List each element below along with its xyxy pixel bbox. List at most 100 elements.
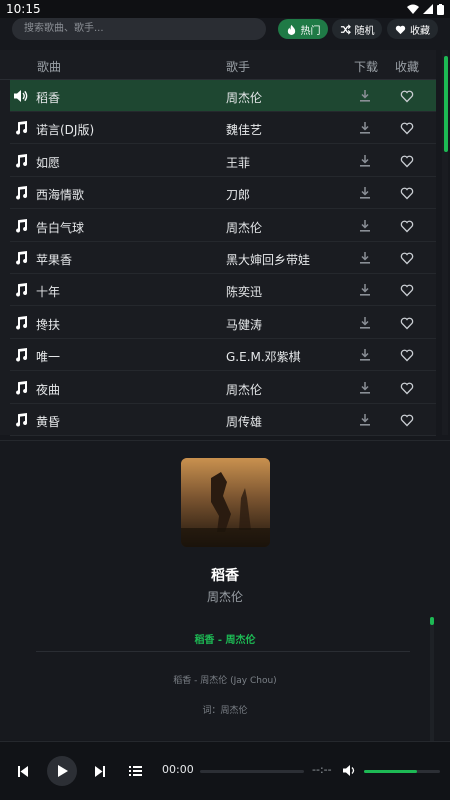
- music-note-icon: [16, 218, 28, 233]
- now-playing-artist: 周杰伦: [206, 590, 243, 604]
- song-title: 黄昏: [36, 415, 61, 429]
- song-artist: 刀郎: [226, 188, 251, 203]
- favorites-filter-label: 收藏: [410, 25, 430, 37]
- hot-filter-button[interactable]: 热门: [278, 19, 328, 39]
- playback-controls: 00:00 --:--: [0, 741, 450, 800]
- song-artist: 马健涛: [226, 317, 263, 332]
- fire-icon: [287, 24, 295, 35]
- music-note-icon: [16, 315, 28, 330]
- download-icon[interactable]: [358, 121, 372, 135]
- volume-icon[interactable]: [343, 765, 356, 776]
- favorite-heart-icon[interactable]: [400, 121, 414, 135]
- favorite-heart-icon[interactable]: [400, 186, 414, 200]
- download-icon[interactable]: [358, 413, 372, 427]
- now-playing-title: 稻香: [211, 568, 239, 584]
- song-row[interactable]: 黄昏 周传雄: [10, 404, 436, 436]
- battery-icon: [437, 3, 444, 15]
- status-icons: [407, 3, 444, 15]
- song-artist: 周杰伦: [226, 382, 263, 397]
- music-note-icon: [16, 153, 28, 168]
- song-row[interactable]: 稻香 周杰伦: [10, 80, 436, 112]
- song-artist: 黑大婶回乡带娃: [226, 253, 311, 267]
- song-row[interactable]: 唯一 G.E.M.邓紫棋: [10, 339, 436, 372]
- song-row[interactable]: 搀扶 马健涛: [10, 307, 436, 339]
- song-title: 夜曲: [36, 382, 61, 397]
- favorite-heart-icon[interactable]: [400, 154, 414, 168]
- lyric-line: 词：周杰伦: [202, 706, 248, 716]
- list-scrollbar-thumb[interactable]: [444, 56, 448, 152]
- song-row[interactable]: 诺言(DJ版) 魏佳艺: [10, 112, 436, 145]
- download-icon[interactable]: [358, 154, 372, 168]
- music-note-icon: [16, 283, 28, 297]
- header-artist: 歌手: [226, 60, 251, 74]
- lyric-scrollbar-thumb[interactable]: [430, 617, 434, 625]
- favorite-heart-icon[interactable]: [400, 251, 414, 265]
- volume-slider-fill[interactable]: [364, 770, 418, 773]
- song-title: 搀扶: [36, 317, 61, 332]
- song-title: 稻香: [36, 91, 61, 105]
- music-note-icon: [16, 186, 28, 200]
- shuffle-filter-label: 随机: [354, 25, 375, 37]
- music-note-icon: [16, 251, 28, 265]
- playlist-icon[interactable]: [129, 765, 142, 777]
- song-title: 告白气球: [36, 220, 85, 235]
- favorite-heart-icon[interactable]: [400, 348, 414, 362]
- header-download: 下载: [354, 60, 379, 74]
- download-icon[interactable]: [358, 89, 372, 103]
- download-icon[interactable]: [358, 219, 372, 233]
- song-artist: 魏佳艺: [226, 123, 263, 138]
- album-cover-art: [181, 458, 270, 547]
- lyric-current-line: 稻香 - 周杰伦: [194, 635, 256, 646]
- total-time: --:--: [312, 763, 332, 776]
- lyric-divider: [36, 651, 410, 652]
- music-note-icon: [16, 121, 28, 135]
- status-time: 10:15: [6, 2, 41, 16]
- download-icon[interactable]: [358, 381, 372, 395]
- song-row[interactable]: 如愿 王菲: [10, 145, 436, 177]
- download-icon[interactable]: [358, 348, 372, 362]
- song-artist: 王菲: [226, 155, 251, 170]
- download-icon[interactable]: [358, 316, 372, 330]
- lyric-scrollbar-track[interactable]: [430, 617, 434, 747]
- lyric-line: 稻香 - 周杰伦 (Jay Chou): [173, 676, 277, 686]
- favorite-heart-icon[interactable]: [400, 316, 414, 330]
- favorite-heart-icon[interactable]: [400, 413, 414, 427]
- song-artist: 周杰伦: [226, 220, 263, 235]
- header-favorite: 收藏: [395, 60, 420, 74]
- favorite-heart-icon[interactable]: [400, 219, 414, 233]
- song-row[interactable]: 西海情歌 刀郎: [10, 177, 436, 210]
- previous-icon[interactable]: [18, 766, 28, 777]
- music-note-icon: [16, 380, 28, 395]
- song-artist: 周杰伦: [226, 91, 263, 105]
- current-time: 00:00: [162, 763, 194, 776]
- favorites-filter-button[interactable]: 收藏: [387, 19, 438, 39]
- download-icon[interactable]: [358, 283, 372, 297]
- heart-icon: [395, 25, 406, 34]
- header-song: 歌曲: [37, 60, 62, 74]
- shuffle-filter-button[interactable]: 随机: [332, 19, 382, 39]
- search-input[interactable]: 搜索歌曲、歌手...: [12, 18, 266, 40]
- music-note-icon: [16, 413, 28, 427]
- song-row[interactable]: 苹果香 黑大婶回乡带娃: [10, 242, 436, 274]
- song-title: 苹果香: [36, 253, 73, 267]
- favorite-heart-icon[interactable]: [400, 89, 414, 103]
- song-row[interactable]: 夜曲 周杰伦: [10, 372, 436, 404]
- play-button[interactable]: [47, 756, 77, 786]
- favorite-heart-icon[interactable]: [400, 381, 414, 395]
- album-cover: [181, 458, 270, 547]
- download-icon[interactable]: [358, 251, 372, 265]
- song-list-header: 歌曲 歌手 下载 收藏: [0, 50, 436, 80]
- song-row[interactable]: 告白气球 周杰伦: [10, 210, 436, 242]
- song-title: 诺言(DJ版): [36, 123, 95, 138]
- next-icon[interactable]: [95, 766, 105, 777]
- progress-bar[interactable]: [200, 770, 304, 773]
- now-playing-panel: 稻香 周杰伦 稻香 - 周杰伦 稻香 - 周杰伦 (Jay Chou) 词：周杰…: [0, 440, 450, 747]
- song-artist: G.E.M.邓紫棋: [226, 350, 301, 365]
- top-bar: 搜索歌曲、歌手... 热门 随机 收藏: [0, 18, 450, 46]
- song-row[interactable]: 十年 陈奕迅: [10, 274, 436, 307]
- download-icon[interactable]: [358, 186, 372, 200]
- favorite-heart-icon[interactable]: [400, 283, 414, 297]
- play-icon: [58, 765, 68, 777]
- hot-filter-label: 热门: [300, 25, 321, 37]
- song-title: 十年: [36, 285, 61, 300]
